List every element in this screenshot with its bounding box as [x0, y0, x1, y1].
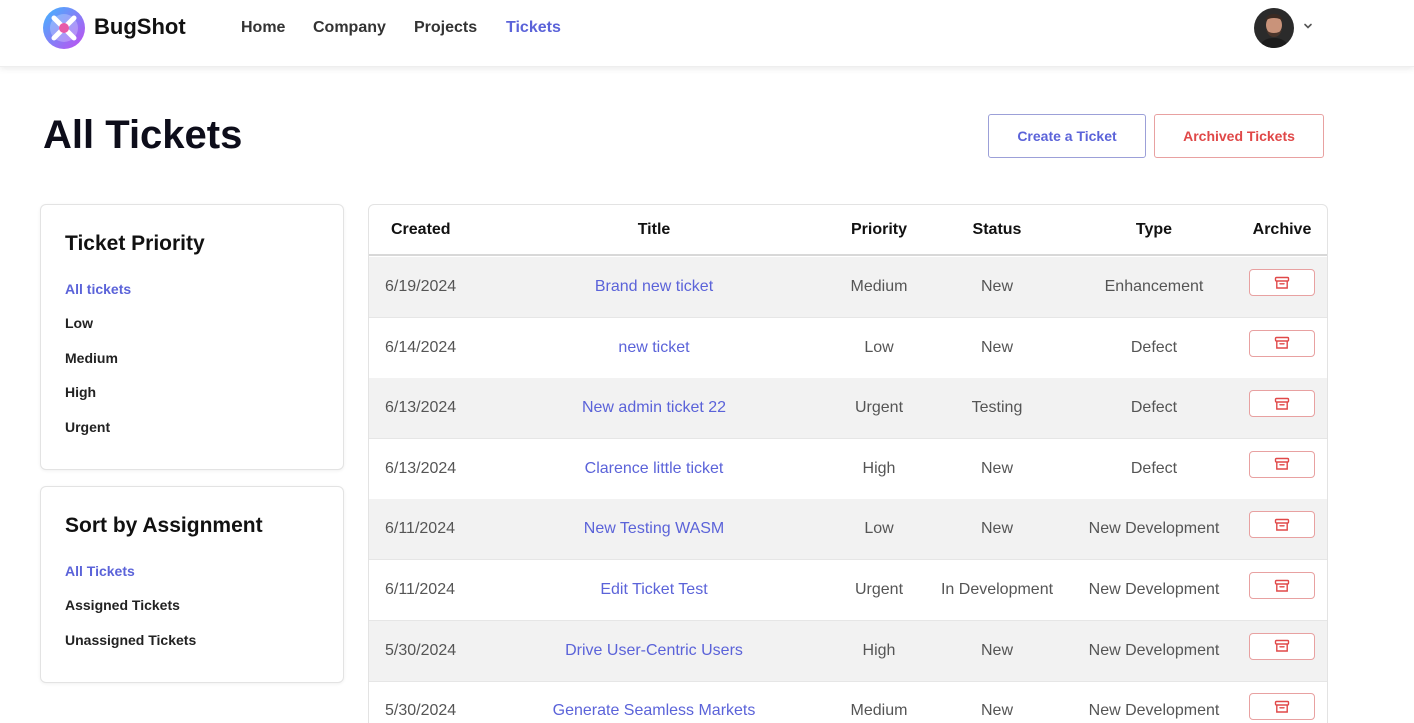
nav-home[interactable]: Home	[241, 19, 285, 37]
cell-type: Enhancement	[1104, 278, 1204, 295]
cell-created: 6/11/2024	[385, 520, 455, 538]
ticket-priority-card: Ticket Priority All tickets Low Medium H…	[40, 204, 344, 470]
column-header-created[interactable]: Created	[391, 221, 451, 239]
table-header: Created Title Priority Status Type Archi…	[369, 205, 1327, 256]
archive-box-icon	[1274, 579, 1290, 592]
cell-priority: Urgent	[854, 581, 904, 598]
cell-type: New Development	[1088, 702, 1220, 720]
column-header-archive: Archive	[1252, 221, 1312, 238]
ticket-title-link[interactable]: Drive User-Centric Users	[565, 642, 743, 660]
ticket-title-link[interactable]: new ticket	[618, 339, 689, 357]
user-avatar[interactable]	[1254, 8, 1294, 48]
archive-button[interactable]	[1249, 390, 1315, 418]
archive-box-icon	[1274, 397, 1290, 410]
cell-type: Defect	[1130, 459, 1178, 477]
ticket-title-link[interactable]: Clarence little ticket	[585, 460, 724, 478]
cell-priority: Urgent	[854, 399, 904, 417]
table-row: 5/30/2024 Generate Seamless Markets Medium…	[369, 681, 1327, 723]
table-row: 5/30/2024 Drive User-Centric Users High New…	[369, 620, 1327, 682]
cell-type: New Development	[1088, 581, 1220, 598]
table-row: 6/13/2024 New admin ticket 22 Urgent Testin…	[369, 378, 1327, 440]
cell-status: New	[980, 338, 1014, 356]
nav-company[interactable]: Company	[313, 19, 386, 37]
archive-box-icon	[1274, 336, 1290, 349]
cell-status: In Development	[940, 581, 1054, 598]
cell-type: Defect	[1130, 338, 1178, 356]
cell-type: Defect	[1130, 399, 1178, 417]
archived-tickets-button[interactable]: Archived Tickets	[1154, 114, 1324, 158]
archive-box-icon	[1274, 639, 1290, 652]
brand-name[interactable]: BugShot	[94, 14, 186, 40]
archive-box-icon	[1274, 700, 1290, 713]
cell-priority: Medium	[850, 702, 908, 720]
archive-box-icon	[1274, 518, 1290, 531]
column-header-status[interactable]: Status	[973, 221, 1022, 239]
assignment-filter-all[interactable]: All Tickets	[65, 563, 135, 579]
assignment-filter-assigned[interactable]: Assigned Tickets	[65, 597, 180, 613]
cell-created: 6/13/2024	[385, 399, 457, 417]
ticket-title-link[interactable]: Edit Ticket Test	[600, 581, 707, 599]
archive-button[interactable]	[1249, 693, 1315, 721]
table-row: 6/13/2024 Clarence little ticket High New De…	[369, 439, 1327, 500]
nav-projects[interactable]: Projects	[414, 19, 477, 37]
cell-priority: Low	[864, 520, 894, 538]
archive-button[interactable]	[1249, 572, 1315, 599]
cell-created: 6/11/2024	[385, 581, 455, 598]
sort-by-assignment-card: Sort by Assignment All Tickets Assigned …	[40, 486, 344, 683]
create-ticket-button[interactable]: Create a Ticket	[988, 114, 1146, 158]
column-header-priority[interactable]: Priority	[851, 221, 907, 239]
cell-priority: Low	[864, 338, 894, 356]
cell-status: New	[980, 520, 1014, 538]
ticket-title-link[interactable]: New Testing WASM	[584, 520, 724, 538]
table-row: 6/19/2024 Brand new ticket Medium New Enhanc…	[369, 257, 1327, 318]
cell-priority: Medium	[850, 278, 908, 295]
column-header-title[interactable]: Title	[638, 221, 671, 239]
cell-created: 6/13/2024	[385, 459, 457, 477]
cell-created: 5/30/2024	[385, 702, 457, 720]
tickets-table: Created Title Priority Status Type Archi…	[368, 204, 1328, 723]
archive-button[interactable]	[1249, 511, 1315, 539]
sort-by-assignment-title: Sort by Assignment	[65, 514, 263, 537]
cell-created: 6/19/2024	[385, 278, 457, 295]
column-header-type[interactable]: Type	[1136, 221, 1172, 239]
assignment-filter-unassigned[interactable]: Unassigned Tickets	[65, 632, 196, 648]
cell-priority: High	[862, 459, 896, 477]
priority-filter-all[interactable]: All tickets	[65, 281, 131, 297]
table-row: 6/14/2024 new ticket Low New Defect	[369, 318, 1327, 379]
ticket-title-link[interactable]: Brand new ticket	[595, 278, 713, 296]
archive-button[interactable]	[1249, 450, 1315, 478]
cell-status: New	[980, 459, 1014, 477]
priority-filter-high[interactable]: High	[65, 384, 96, 400]
priority-filter-low[interactable]: Low	[65, 315, 93, 331]
priority-filter-urgent[interactable]: Urgent	[65, 419, 110, 435]
ticket-priority-title: Ticket Priority	[65, 232, 205, 255]
table-row: 6/11/2024 New Testing WASM Low New New Devel…	[369, 499, 1327, 561]
cell-created: 5/30/2024	[385, 641, 457, 659]
archive-box-icon	[1274, 276, 1290, 289]
priority-filter-medium[interactable]: Medium	[65, 350, 118, 366]
ticket-title-link[interactable]: Generate Seamless Markets	[553, 702, 756, 720]
cell-type: New Development	[1088, 641, 1220, 659]
archive-button[interactable]	[1249, 269, 1315, 296]
page-title: All Tickets	[43, 113, 243, 157]
table-row: 6/11/2024 Edit Ticket Test Urgent In Develo…	[369, 560, 1327, 621]
archive-button[interactable]	[1249, 632, 1315, 660]
ticket-title-link[interactable]: New admin ticket 22	[582, 399, 726, 417]
cell-priority: High	[862, 641, 896, 659]
archive-box-icon	[1274, 458, 1290, 470]
top-navbar: BugShot Home Company Projects Tickets	[0, 0, 1414, 67]
nav-tickets[interactable]: Tickets	[506, 19, 561, 37]
cell-status: Testing	[971, 399, 1023, 417]
bugshot-logo-icon[interactable]	[41, 5, 87, 51]
archive-button[interactable]	[1249, 329, 1315, 357]
cell-status: New	[980, 702, 1014, 720]
chevron-down-icon[interactable]	[1302, 20, 1314, 32]
cell-status: New	[980, 641, 1014, 659]
cell-created: 6/14/2024	[385, 338, 457, 356]
cell-status: New	[980, 278, 1014, 295]
cell-type: New Development	[1088, 520, 1220, 538]
